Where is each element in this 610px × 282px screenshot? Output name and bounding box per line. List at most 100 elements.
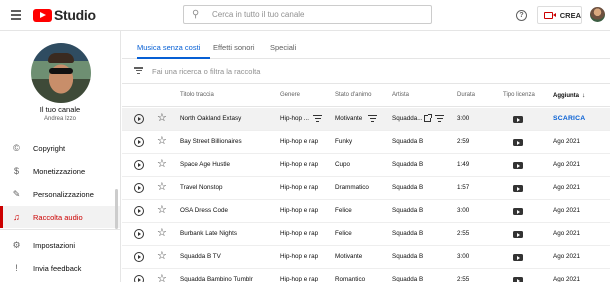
track-genre: Hip-hop e rap [280,138,319,145]
track-title: Bay Street Billionaires [180,138,242,145]
table-row[interactable]: ☆ Travel Nonstop Hip-hop e rap Drammatico Sq… [122,177,610,200]
play-icon[interactable] [134,137,144,147]
track-duration: 1:49 [457,161,470,168]
tab-sound-effects[interactable]: Effetti sonori [213,43,255,52]
play-icon[interactable] [134,275,144,282]
table-scrollbar[interactable] [605,85,609,282]
table-header: Titolo traccia Genere Stato d'animo Arti… [122,85,610,107]
sidebar-item-settings[interactable]: ⚙ Impostazioni [0,234,120,256]
column-genre[interactable]: Genere [280,92,300,98]
column-added[interactable]: Aggiunta ↓ [553,92,585,99]
star-icon[interactable]: ☆ [157,273,167,282]
sidebar-item-label: Invia feedback [33,263,82,273]
star-icon[interactable]: ☆ [157,158,167,170]
star-icon[interactable]: ☆ [157,227,167,239]
studio-logo[interactable]: Studio [33,7,96,23]
track-duration: 1:57 [457,184,470,191]
youtube-license-icon [513,231,523,238]
table-row[interactable]: ☆ North Oakland Extasy Hip-hop ... Motivant… [122,108,610,131]
track-genre: Hip-hop e rap [280,230,319,237]
sidebar-scrollbar[interactable] [115,189,118,229]
download-button[interactable]: SCARICA [553,115,585,122]
sidebar-item-copyright[interactable]: © Copyright [0,137,120,159]
track-mood: Funky [335,138,353,145]
play-icon[interactable] [134,183,144,193]
play-icon[interactable] [134,206,144,216]
youtube-license-icon [513,162,523,169]
youtube-license-icon [513,254,523,261]
tab-free-music[interactable]: Musica senza costi [137,43,200,52]
video-camera-icon [544,11,556,19]
column-artist[interactable]: Artista [392,92,409,98]
help-icon[interactable]: ? [516,10,527,21]
track-duration: 2:55 [457,276,470,282]
track-added: Ago 2021 [553,161,580,168]
track-added: Ago 2021 [553,276,580,282]
channel-title: Il tuo canale [39,105,81,114]
play-icon[interactable] [134,229,144,239]
artist-filter-icon[interactable] [435,115,444,124]
track-artist: Squadda B [392,253,424,260]
mood-filter-icon[interactable] [368,115,377,124]
column-mood[interactable]: Stato d'animo [335,92,372,98]
column-title[interactable]: Titolo traccia [180,92,214,98]
table-row[interactable]: ☆ Squadda B TV Hip-hop e rap Motivante Squad… [122,246,610,269]
genre-filter-icon[interactable] [313,115,322,124]
dollar-icon: $ [13,166,19,176]
create-button[interactable]: CREA [537,6,582,24]
open-external-icon[interactable] [424,114,432,122]
play-icon[interactable] [134,114,144,124]
channel-name: Andrea Izzo [43,116,77,122]
youtube-play-icon [33,8,52,22]
avatar-hair [48,53,74,63]
track-genre: Hip-hop e rap [280,276,319,282]
track-artist: Squadda B [392,184,424,191]
sidebar-item-customization[interactable]: ✎ Personalizzazione [0,183,120,205]
column-license[interactable]: Tipo licenza [503,92,535,98]
column-duration[interactable]: Durata [457,92,475,98]
track-mood: Felice [335,207,352,214]
sidebar-item-feedback[interactable]: ! Invia feedback [0,257,120,279]
track-artist: Squadda B [392,230,424,237]
sidebar-item-label: Impostazioni [33,240,76,250]
track-mood: Motivante [335,115,363,122]
channel-avatar[interactable] [31,43,91,103]
track-added: Ago 2021 [553,253,580,260]
sidebar-item-label: Personalizzazione [33,189,94,199]
filter-icon[interactable] [134,67,143,75]
star-icon[interactable]: ☆ [157,250,167,262]
star-icon[interactable]: ☆ [157,181,167,193]
track-added: Ago 2021 [553,138,580,145]
search-box[interactable]: ⚲ [183,5,432,24]
play-icon[interactable] [134,252,144,262]
filter-bar[interactable]: Fai una ricerca o filtra la raccolta [122,60,610,84]
track-genre: Hip-hop e rap [280,207,319,214]
track-title: Travel Nonstop [180,184,223,191]
track-added: Ago 2021 [553,207,580,214]
track-title: Squadda B TV [180,253,221,260]
track-title: North Oakland Extasy [180,115,242,122]
table-row[interactable]: ☆ OSA Dress Code Hip-hop e rap Felice Squadd… [122,200,610,223]
star-icon[interactable]: ☆ [157,112,167,124]
track-duration: 2:59 [457,138,470,145]
track-duration: 3:00 [457,253,470,260]
sidebar-item-label: Monetizzazione [33,166,86,176]
menu-icon[interactable] [11,10,21,20]
search-icon: ⚲ [192,9,200,20]
search-input[interactable] [212,10,412,19]
table-row[interactable]: ☆ Bay Street Billionaires Hip-hop e rap Fun… [122,131,610,154]
star-icon[interactable]: ☆ [157,204,167,216]
track-title: Burbank Late Nights [180,230,238,237]
table-row[interactable]: ☆ Burbank Late Nights Hip-hop e rap Felice S… [122,223,610,246]
tab-starred[interactable]: Speciali [270,43,296,52]
tab-bar: Musica senza costi Effetti sonori Specia… [122,31,610,59]
table-row[interactable]: ☆ Space Age Hustle Hip-hop e rap Cupo Squadd… [122,154,610,177]
play-icon[interactable] [134,160,144,170]
sidebar-item-audio-library[interactable]: ♫ Raccolta audio [0,206,120,228]
table-row[interactable]: ☆ Squadda Bambino Tumblr Hip-hop e rap Roma… [122,269,610,282]
star-icon[interactable]: ☆ [157,135,167,147]
account-avatar[interactable] [590,7,605,22]
sidebar-item-monetization[interactable]: $ Monetizzazione [0,160,120,182]
filter-input[interactable]: Fai una ricerca o filtra la raccolta [152,67,260,76]
track-title: Squadda Bambino Tumblr [180,276,253,282]
